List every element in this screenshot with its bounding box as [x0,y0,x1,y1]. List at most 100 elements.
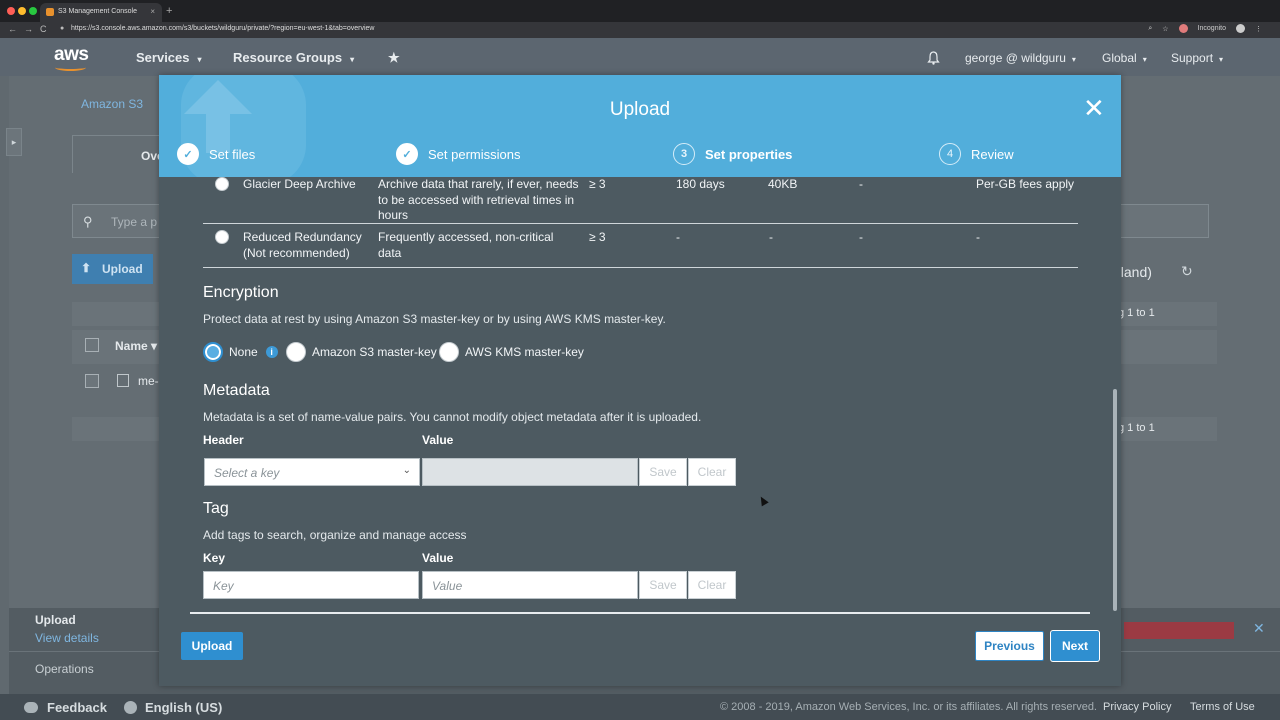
tag-key-input[interactable]: Key [203,571,419,599]
feedback-label: Feedback [47,700,107,715]
region-menu[interactable]: Global ▾ [1102,51,1147,65]
storage-class-radio[interactable] [215,177,229,191]
metadata-save-button[interactable]: Save [639,458,687,486]
resource-groups-label: Resource Groups [233,50,343,65]
privacy-policy-link[interactable]: Privacy Policy [1103,701,1171,713]
reload-icon[interactable]: C [40,24,47,34]
image-file-icon [117,374,129,387]
url-field[interactable]: https://s3.console.aws.amazon.com/s3/buc… [71,25,375,32]
select-all-checkbox[interactable] [85,338,99,352]
step-label: Review [971,146,1014,162]
storage-class-row[interactable]: Reduced Redundancy (Not recommended) Fre… [203,230,1078,266]
aws-logo[interactable]: aws [54,44,89,71]
search-icon[interactable]: ⌕ [1148,25,1152,33]
tag-value-placeholder: Value [432,579,463,593]
table-row-file-name[interactable]: me- [138,374,159,388]
metadata-clear-button[interactable]: Clear [688,458,736,486]
storage-class-description: Archive data that rarely, if ever, needs… [378,177,579,222]
step-set-files[interactable]: ✓ Set files [177,143,255,165]
breadcrumb[interactable]: Amazon S3 [81,97,143,111]
background-upload-button[interactable]: ⬆ Upload [72,254,153,284]
extension-icon[interactable] [1178,24,1188,33]
footer-divider [190,612,1090,614]
upload-modal: Upload ✕ ✓ Set files ✓ Set permissions 3… [159,75,1121,686]
min-storage-duration: 180 days [676,177,725,191]
previous-button[interactable]: Previous [975,631,1044,661]
modal-close-icon[interactable]: ✕ [1083,95,1105,121]
encryption-title: Encryption [203,284,279,301]
step-set-properties[interactable]: 3 Set properties [673,143,792,165]
incognito-avatar-icon[interactable] [1236,24,1245,33]
operations-tab[interactable]: Operations [35,662,94,676]
account-menu[interactable]: george @ wildguru ▾ [965,51,1076,65]
row-checkbox[interactable] [85,374,99,388]
resource-groups-menu[interactable]: Resource Groups ▾ [233,50,354,65]
pin-icon[interactable]: ★ [388,50,400,66]
upload-icon: ⬆ [81,261,92,275]
step-review[interactable]: 4 Review [939,143,1014,165]
tag-value-input[interactable]: Value [422,571,638,599]
view-details-link[interactable]: View details [35,631,99,645]
radio-unselected[interactable] [286,342,306,362]
upload-progress-bar [1124,622,1234,639]
tag-key-label: Key [203,551,226,565]
check-icon: ✓ [396,143,418,165]
refresh-icon[interactable]: ↻ [1181,263,1193,280]
scrollbar[interactable] [1113,389,1117,611]
step-set-permissions[interactable]: ✓ Set permissions [396,143,520,165]
back-arrow-icon[interactable]: ← [8,24,17,34]
availability-zones: ≥ 3 [589,177,606,191]
language-label: English (US) [145,700,223,715]
sidebar-toggle[interactable]: ▸ [6,128,22,156]
metadata-key-placeholder: Select a key [214,466,280,480]
metadata-key-select[interactable]: Select a key ⌄ [204,458,420,486]
minimize-window-button[interactable] [18,7,26,15]
tag-save-button[interactable]: Save [639,571,687,599]
upload-button[interactable]: Upload [181,632,243,660]
radio-selected[interactable] [203,342,223,362]
services-menu[interactable]: Services ▾ [136,50,202,65]
close-icon[interactable]: ✕ [1253,620,1265,637]
storage-class-radio[interactable] [215,230,229,244]
pagination-text: g 1 to 1 [1118,307,1155,319]
encryption-option-kms-master-key[interactable]: AWS KMS master-key [439,342,584,362]
bookmark-star-icon[interactable]: ☆ [1162,25,1168,33]
min-billable-size: - [769,230,773,244]
account-label: george @ wildguru [965,51,1066,65]
zoom-window-button[interactable] [29,7,37,15]
info-icon[interactable]: i [265,346,278,358]
step-label: Set files [209,146,256,162]
encryption-option-none[interactable]: None i [203,342,278,362]
support-menu[interactable]: Support ▾ [1171,51,1223,65]
console-footer: Feedback English (US) © 2008 - 2019, Ama… [0,694,1280,720]
metadata-value-input[interactable] [422,458,638,486]
availability-zones: ≥ 3 [589,230,606,244]
next-button[interactable]: Next [1051,631,1099,661]
tag-clear-button[interactable]: Clear [688,571,736,599]
bell-icon[interactable] [927,51,940,68]
monitoring-fees: - [859,177,863,191]
tab-overview[interactable]: Ove [72,135,172,173]
name-column-header[interactable]: Name ▾ [115,339,157,353]
feedback-link[interactable]: Feedback [24,700,107,715]
tab-close-icon[interactable]: × [150,7,155,16]
chevron-down-icon: ▾ [350,55,355,64]
chevron-down-icon: ▾ [1071,55,1076,64]
new-tab-button[interactable]: + [166,5,172,17]
menu-dots-icon[interactable]: ⋮ [1255,25,1262,33]
search-placeholder: Type a p [111,215,158,229]
forward-arrow-icon[interactable]: → [24,24,33,34]
terms-of-use-link[interactable]: Terms of Use [1190,701,1255,713]
close-window-button[interactable] [7,7,15,15]
storage-class-row[interactable]: Glacier Deep Archive Archive data that r… [203,177,1078,223]
min-storage-duration: - [676,230,680,244]
row-divider [203,267,1078,268]
language-selector[interactable]: English (US) [124,700,222,715]
pagination-text-bottom: g 1 to 1 [1118,422,1155,434]
encryption-option-s3-master-key[interactable]: Amazon S3 master-key [286,342,437,362]
radio-unselected[interactable] [439,342,459,362]
encryption-description: Protect data at rest by using Amazon S3 … [203,312,666,326]
browser-tab[interactable]: S3 Management Console × [40,3,162,22]
metadata-value-label: Value [422,433,454,447]
aws-top-nav: aws Services ▾ Resource Groups ▾ ★ george … [0,38,1280,76]
